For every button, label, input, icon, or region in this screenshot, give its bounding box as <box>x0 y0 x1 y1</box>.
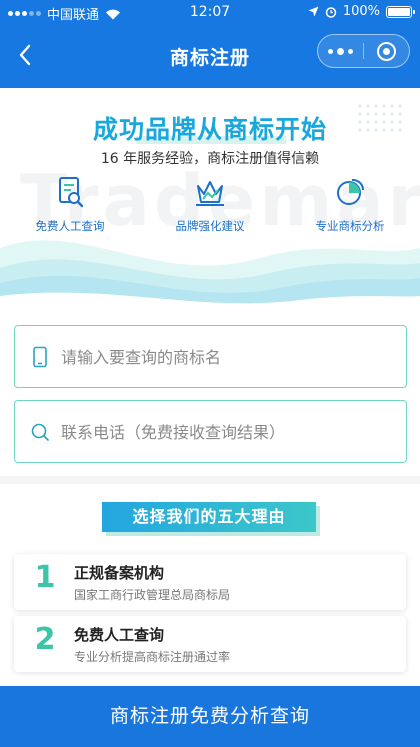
reason-number: 2 <box>34 622 56 657</box>
phone-device-icon <box>33 346 47 368</box>
battery-icon <box>386 5 415 18</box>
location-icon <box>308 6 319 17</box>
feature-brand-advice[interactable]: 品牌强化建议 <box>140 174 280 234</box>
hero-banner: Trademark 成功品牌从商标开始 16 年服务经验，商标注册值得信赖 免费… <box>0 88 420 308</box>
trademark-input[interactable] <box>61 338 391 376</box>
nav-bar: 商标注册 <box>0 24 420 88</box>
reasons-heading-banner: 选择我们的五大理由 <box>102 502 320 536</box>
query-form <box>0 308 420 476</box>
free-analysis-button[interactable]: 商标注册免费分析查询 <box>0 686 420 747</box>
reason-desc: 国家工商行政管理总局商标局 <box>74 588 231 602</box>
reasons-section: 选择我们的五大理由 1 正规备案机构 国家工商行政管理总局商标局 2 免费人工查… <box>0 484 420 694</box>
pie-chart-icon <box>337 178 365 205</box>
more-button[interactable] <box>318 35 363 67</box>
alarm-icon <box>325 6 337 18</box>
document-search-icon <box>59 177 84 208</box>
feature-list: 免费人工查询 品牌强化建议 专业商标分析 <box>0 174 420 234</box>
feature-free-query[interactable]: 免费人工查询 <box>0 174 140 234</box>
top-bar: 中国联通 12:07 100% 商标注册 <box>0 0 420 88</box>
phone-field <box>14 400 407 463</box>
trademark-field <box>14 325 407 388</box>
status-bar: 中国联通 12:07 100% <box>0 0 420 24</box>
reasons-heading: 选择我们的五大理由 <box>102 502 316 532</box>
reason-item: 1 正规备案机构 国家工商行政管理总局商标局 <box>14 554 406 610</box>
phone-input[interactable] <box>61 413 391 451</box>
subtitle: 16 年服务经验，商标注册值得信赖 <box>100 151 320 167</box>
wave-decoration <box>0 240 420 308</box>
slogan: 成功品牌从商标开始 <box>92 115 327 144</box>
crown-chart-icon <box>196 181 224 206</box>
target-circle-icon <box>377 41 396 61</box>
battery-percent: 100% <box>342 4 380 19</box>
reason-title: 正规备案机构 <box>74 564 165 582</box>
reason-desc: 专业分析提高商标注册通过率 <box>74 650 231 664</box>
mini-program-capsule <box>317 34 410 68</box>
reason-item: 2 免费人工查询 专业分析提高商标注册通过率 <box>14 616 406 672</box>
reason-number: 1 <box>34 560 56 595</box>
reason-title: 免费人工查询 <box>74 626 165 644</box>
search-icon <box>31 423 49 441</box>
feature-pro-analysis[interactable]: 专业商标分析 <box>280 174 420 234</box>
close-miniprogram-button[interactable] <box>364 35 409 67</box>
more-dots-icon <box>328 47 353 55</box>
